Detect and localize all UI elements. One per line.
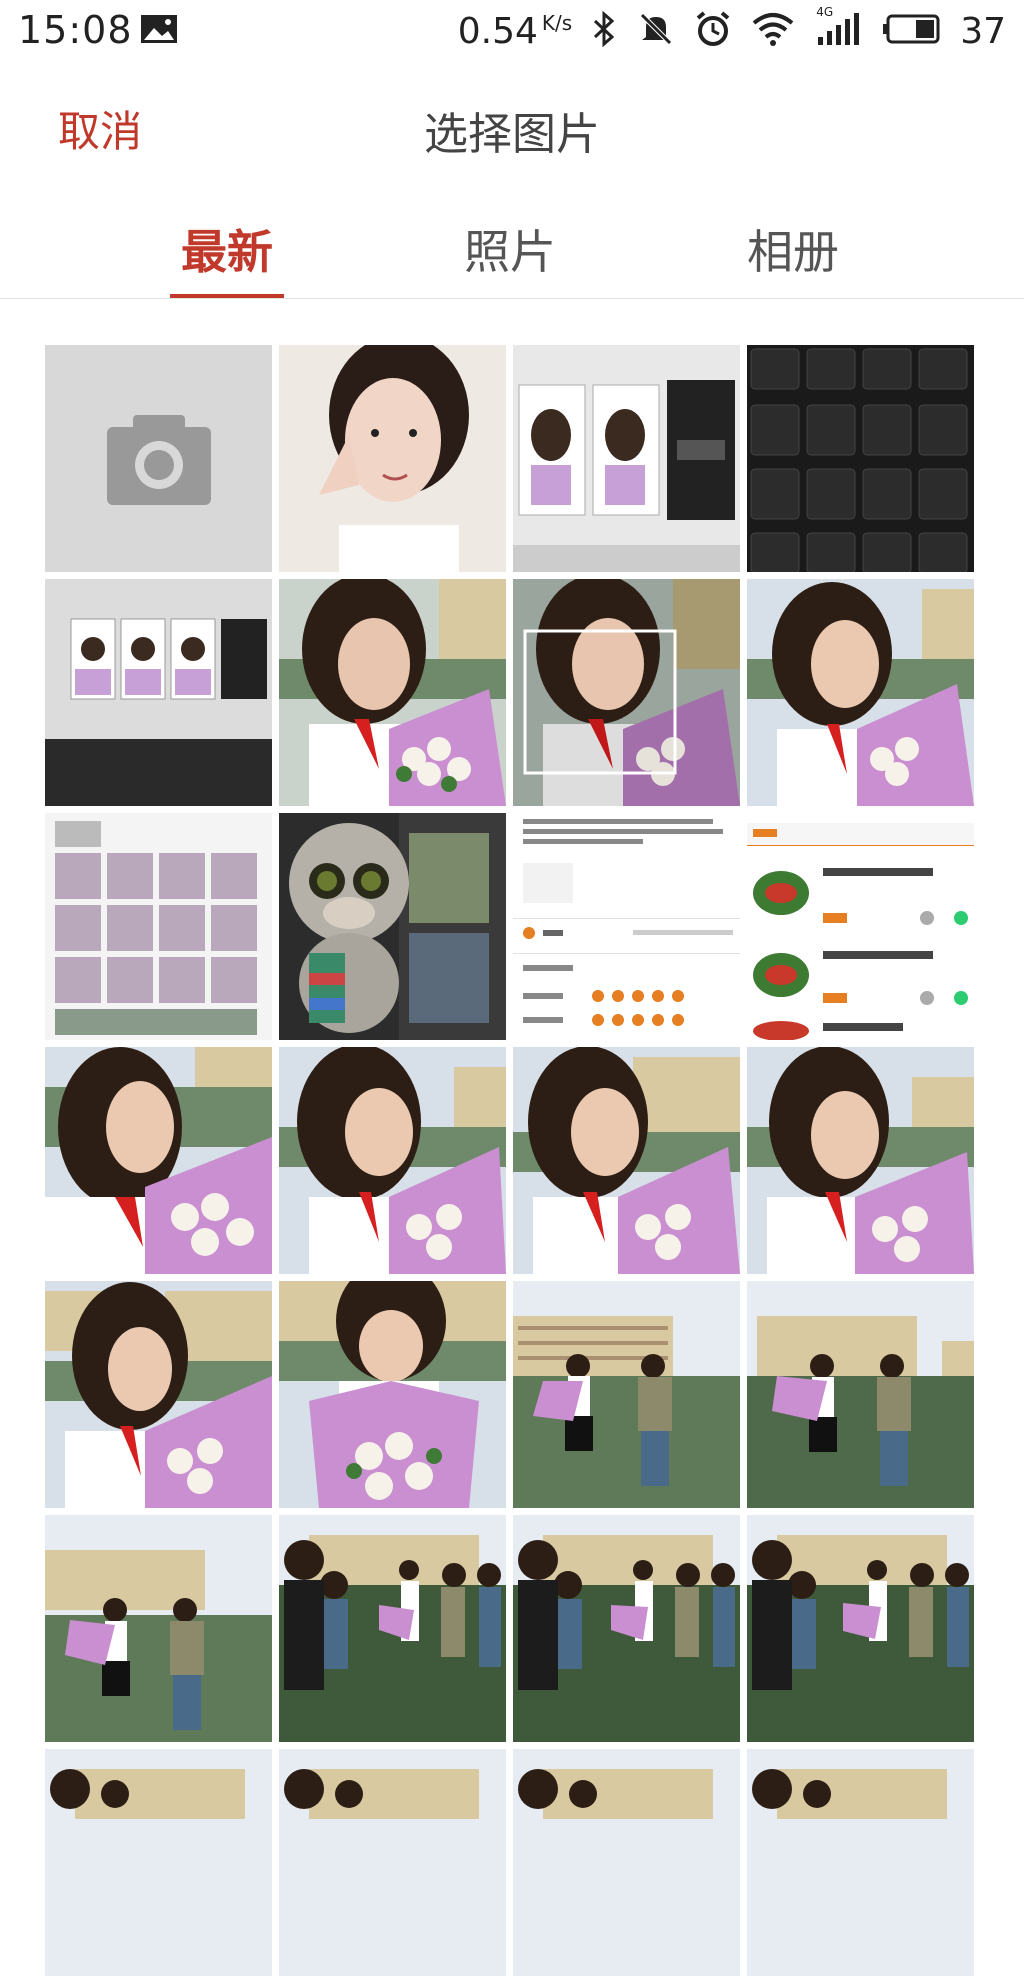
network-speed-unit: K/s <box>541 10 573 35</box>
mute-icon <box>638 11 674 51</box>
tab-albums[interactable]: 相册 <box>723 216 863 282</box>
thumbnail-two-girls-1[interactable] <box>513 1281 740 1508</box>
thumbnail-group-5[interactable] <box>279 1749 506 1976</box>
thumbnail-monitor-screens[interactable] <box>45 579 272 806</box>
thumbnail-two-girls-3[interactable] <box>45 1515 272 1742</box>
network-speed-value: 0.54 <box>457 10 538 52</box>
thumbnail-plush-monkey[interactable] <box>279 813 506 1040</box>
thumbnail-group-6[interactable] <box>513 1749 740 1976</box>
thumbnail-collage[interactable] <box>45 813 272 1040</box>
thumbnail-group-dance-3[interactable] <box>747 1515 974 1742</box>
battery-level: 37 <box>960 10 1006 52</box>
thumbnail-girl-flowers-8[interactable] <box>279 1281 506 1508</box>
thumbnail-selfie[interactable] <box>279 345 506 572</box>
network-speed: 0.54 K/s <box>458 11 572 52</box>
thumbnail-group-7[interactable] <box>747 1749 974 1976</box>
photo-notification-icon <box>140 14 178 44</box>
thumbnail-girl-flowers-6[interactable] <box>747 1047 974 1274</box>
page-title: 选择图片 <box>424 109 600 160</box>
thumbnail-girl-flowers-2[interactable] <box>747 579 974 806</box>
tab-bar: 最新 照片 相册 <box>0 190 1024 299</box>
bluetooth-icon <box>592 10 618 51</box>
tab-latest[interactable]: 最新 <box>157 216 297 282</box>
camera-tile[interactable] <box>45 345 272 572</box>
thumbnail-food-menu[interactable] <box>747 813 974 1040</box>
status-time: 15:08 <box>18 8 133 52</box>
thumbnail-girl-flowers-5[interactable] <box>513 1047 740 1274</box>
thumbnail-screenshot-monitor[interactable] <box>513 345 740 572</box>
thumbnail-group-dance-1[interactable] <box>279 1515 506 1742</box>
status-bar: 15:08 0.54 K/s 4G 37 <box>0 0 1024 62</box>
thumbnail-girl-flowers-7[interactable] <box>45 1281 272 1508</box>
thumbnail-keyboard[interactable] <box>747 345 974 572</box>
tab-photos[interactable]: 照片 <box>440 216 580 282</box>
thumbnail-girl-flowers[interactable] <box>279 579 506 806</box>
thumbnail-two-girls-2[interactable] <box>747 1281 974 1508</box>
tab-indicator <box>170 294 284 298</box>
thumbnail-girl-flowers-crop[interactable] <box>513 579 740 806</box>
camera-icon <box>107 415 211 505</box>
thumbnail-group-4[interactable] <box>45 1749 272 1976</box>
header: 取消 选择图片 <box>0 62 1024 190</box>
thumbnail-girl-flowers-3[interactable] <box>45 1047 272 1274</box>
alarm-icon <box>694 10 732 52</box>
battery-icon <box>882 14 940 48</box>
thumbnail-group-dance-2[interactable] <box>513 1515 740 1742</box>
signal-icon: 4G <box>814 5 862 51</box>
signal-label: 4G <box>816 5 834 19</box>
wifi-icon <box>752 11 794 51</box>
thumbnail-girl-flowers-4[interactable] <box>279 1047 506 1274</box>
thumbnail-review-screenshot[interactable] <box>513 813 740 1040</box>
